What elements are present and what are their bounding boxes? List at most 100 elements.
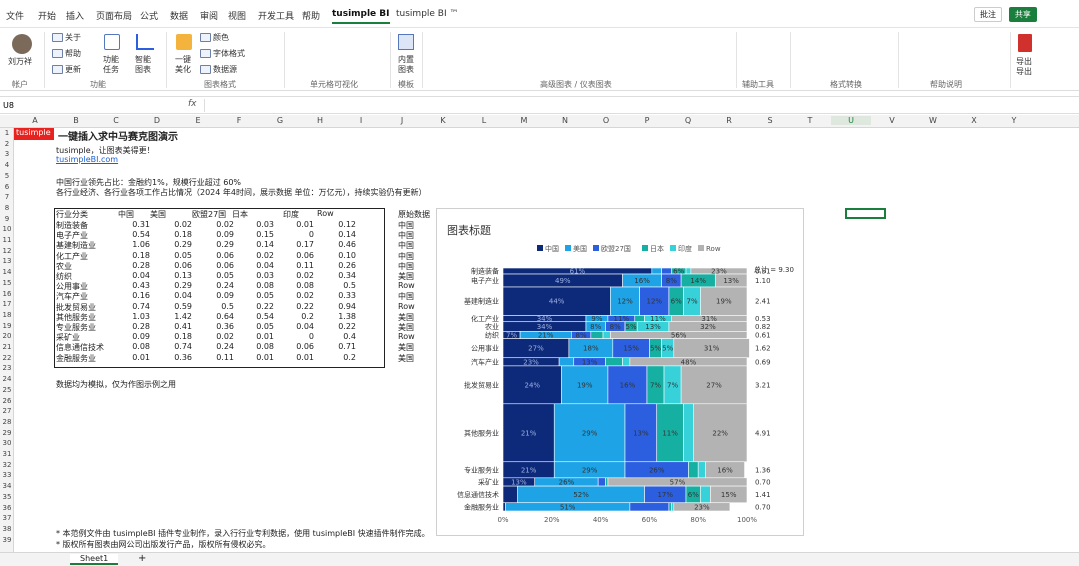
row-header[interactable]: 31 xyxy=(0,450,14,458)
row-header[interactable]: 8 xyxy=(0,204,14,212)
row-header[interactable]: 37 xyxy=(0,514,14,522)
share-button[interactable]: 共享 xyxy=(1008,7,1037,22)
menu-item[interactable]: 插入 xyxy=(66,9,84,22)
column-header[interactable]: U xyxy=(831,116,871,125)
row-header[interactable]: 9 xyxy=(0,215,14,223)
column-header[interactable]: X xyxy=(954,116,994,125)
menu-item[interactable]: 数据 xyxy=(170,9,188,22)
column-header[interactable]: J xyxy=(382,116,422,125)
menu-item[interactable]: 帮助 xyxy=(302,9,320,22)
column-header[interactable]: Q xyxy=(668,116,708,125)
column-header[interactable]: O xyxy=(586,116,626,125)
row-header[interactable]: 30 xyxy=(0,439,14,447)
column-header[interactable]: V xyxy=(872,116,912,125)
column-header[interactable]: C xyxy=(96,116,136,125)
column-header[interactable]: W xyxy=(913,116,953,125)
row-header[interactable]: 2 xyxy=(0,140,14,148)
row-header[interactable]: 6 xyxy=(0,183,14,191)
font-button[interactable]: 字体格式 xyxy=(200,48,245,59)
comment-button[interactable]: 批注 xyxy=(974,7,1002,22)
menu-item[interactable]: 审阅 xyxy=(200,9,218,22)
row-header[interactable]: 20 xyxy=(0,332,14,340)
column-header[interactable]: I xyxy=(341,116,381,125)
column-header[interactable]: K xyxy=(423,116,463,125)
row-header[interactable]: 17 xyxy=(0,300,14,308)
column-header[interactable]: H xyxy=(300,116,340,125)
pdf-icon[interactable] xyxy=(1018,34,1032,52)
row-header[interactable]: 10 xyxy=(0,225,14,233)
selected-cell[interactable] xyxy=(845,208,886,219)
row-header[interactable]: 26 xyxy=(0,397,14,405)
row-header[interactable]: 25 xyxy=(0,386,14,394)
template-icon[interactable] xyxy=(398,34,414,50)
data-source-button[interactable]: 数据源 xyxy=(200,64,237,75)
row-header[interactable]: 36 xyxy=(0,504,14,512)
row-header[interactable]: 13 xyxy=(0,257,14,265)
row-header[interactable]: 38 xyxy=(0,525,14,533)
website-link[interactable]: tusimpleBI.com xyxy=(56,155,118,164)
column-header[interactable]: G xyxy=(260,116,300,125)
help-button[interactable]: 帮助 xyxy=(52,48,81,59)
add-sheet-button[interactable]: + xyxy=(138,553,146,564)
row-header[interactable]: 18 xyxy=(0,311,14,319)
avatar[interactable] xyxy=(12,34,32,54)
column-header[interactable]: F xyxy=(219,116,259,125)
row-header[interactable]: 23 xyxy=(0,364,14,372)
row-header[interactable]: 27 xyxy=(0,407,14,415)
column-header[interactable]: A xyxy=(15,116,55,125)
column-header[interactable]: T xyxy=(790,116,830,125)
chart-icon[interactable] xyxy=(136,34,154,50)
table-cell: 0.71 xyxy=(338,342,356,352)
menu-item[interactable]: 开始 xyxy=(38,9,56,22)
menu-item[interactable]: 页面布局 xyxy=(96,9,132,22)
menu-item[interactable]: tusimple BI ™ xyxy=(396,9,459,19)
row-header[interactable]: 21 xyxy=(0,343,14,351)
row-header[interactable]: 35 xyxy=(0,493,14,501)
formula-input[interactable] xyxy=(204,99,1064,112)
row-header[interactable]: 15 xyxy=(0,279,14,287)
menu-item[interactable]: 文件 xyxy=(6,9,24,22)
row-header[interactable]: 39 xyxy=(0,536,14,544)
marimekko-chart[interactable]: 图表标题 中国 美国 欧盟27国 日本 印度 Row 总计 = 9.30 61% 6% 23% 制造装… xyxy=(436,208,804,536)
feature-icon[interactable] xyxy=(104,34,120,50)
column-header[interactable]: E xyxy=(178,116,218,125)
row-header[interactable]: 34 xyxy=(0,482,14,490)
column-header[interactable]: N xyxy=(545,116,585,125)
update-button[interactable]: 更新 xyxy=(52,64,81,75)
mosaic-cell xyxy=(629,502,670,512)
row-header[interactable]: 24 xyxy=(0,375,14,383)
row-header[interactable]: 12 xyxy=(0,247,14,255)
column-header[interactable]: P xyxy=(627,116,667,125)
column-header[interactable]: S xyxy=(750,116,790,125)
color-button[interactable]: 颜色 xyxy=(200,32,229,43)
column-header[interactable]: B xyxy=(56,116,96,125)
column-header[interactable]: L xyxy=(464,116,504,125)
column-header[interactable]: R xyxy=(709,116,749,125)
row-header[interactable]: 3 xyxy=(0,150,14,158)
menu-item[interactable]: tusimple BI xyxy=(332,9,390,24)
column-header[interactable]: D xyxy=(137,116,177,125)
row-header[interactable]: 22 xyxy=(0,354,14,362)
name-box[interactable] xyxy=(3,99,135,112)
menu-item[interactable]: 开发工具 xyxy=(258,9,294,22)
row-header[interactable]: 28 xyxy=(0,418,14,426)
row-header[interactable]: 19 xyxy=(0,322,14,330)
row-header[interactable]: 11 xyxy=(0,236,14,244)
row-header[interactable]: 29 xyxy=(0,429,14,437)
row-header[interactable]: 7 xyxy=(0,193,14,201)
row-header[interactable]: 33 xyxy=(0,471,14,479)
beautify-icon[interactable] xyxy=(176,34,192,50)
row-header[interactable]: 5 xyxy=(0,172,14,180)
column-header[interactable]: Y xyxy=(994,116,1034,125)
sheet-tab[interactable]: Sheet1 xyxy=(70,554,119,565)
row-header[interactable]: 32 xyxy=(0,461,14,469)
menu-item[interactable]: 公式 xyxy=(140,9,158,22)
about-button[interactable]: 关于 xyxy=(52,32,81,43)
row-header[interactable]: 16 xyxy=(0,290,14,298)
row-header[interactable]: 1 xyxy=(0,129,14,137)
row-header[interactable]: 14 xyxy=(0,268,14,276)
row-header[interactable]: 4 xyxy=(0,161,14,169)
column-header[interactable]: M xyxy=(504,116,544,125)
menu-item[interactable]: 视图 xyxy=(228,9,246,22)
table-cell: 0.08 xyxy=(296,281,314,291)
